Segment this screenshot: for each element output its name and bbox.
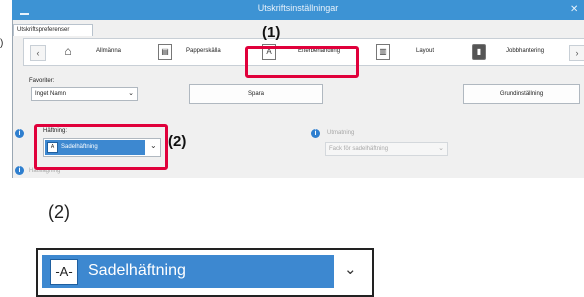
highlight-finishing bbox=[245, 46, 359, 78]
info-icon: i bbox=[15, 166, 24, 175]
output-select[interactable]: Fack för sadelhäftning ⌄ bbox=[325, 142, 448, 156]
zoomed-stapling-value: Sadelhäftning bbox=[88, 262, 186, 279]
chevron-down-icon: ⌄ bbox=[128, 90, 134, 97]
layout-icon: ▥ bbox=[376, 44, 390, 60]
category-layout[interactable]: ▥ Layout bbox=[372, 43, 467, 61]
category-paper-source[interactable]: ▤ Papperskälla bbox=[154, 43, 249, 61]
edge-label: ) bbox=[0, 38, 4, 49]
category-label: Papperskälla bbox=[186, 48, 221, 54]
close-button[interactable]: ✕ bbox=[570, 4, 578, 15]
job-handling-icon: ▮ bbox=[472, 44, 486, 60]
output-label: Utmatning bbox=[327, 130, 355, 136]
prev-category-button[interactable]: ‹ bbox=[30, 45, 46, 61]
defaults-button[interactable]: Grundinställning bbox=[463, 84, 580, 104]
zoom-heading: (2) bbox=[48, 202, 70, 222]
favorites-label: Favoriter: bbox=[29, 78, 55, 84]
window-title-bar: Utskriftsinställningar ✕ bbox=[12, 0, 584, 20]
info-icon: i bbox=[15, 129, 24, 138]
favorites-select[interactable]: Inget Namn ⌄ bbox=[31, 87, 138, 101]
category-general[interactable]: ⌂ Allmänna bbox=[52, 43, 147, 61]
window-title: Utskriftsinställningar bbox=[257, 3, 339, 13]
chevron-down-icon: ⌄ bbox=[438, 145, 444, 152]
saddle-stitch-icon: -A- bbox=[50, 259, 78, 285]
highlight-stapling bbox=[34, 124, 168, 170]
tab-print-preferences[interactable]: Utskriftspreferenser bbox=[13, 24, 93, 36]
callout-1: (1) bbox=[262, 24, 281, 41]
callout-2: (2) bbox=[168, 133, 187, 150]
home-icon: ⌂ bbox=[62, 44, 74, 58]
category-job-handling[interactable]: ▮ Jobbhantering bbox=[468, 43, 568, 61]
category-label: Allmänna bbox=[96, 48, 122, 54]
paper-tray-icon: ▤ bbox=[158, 44, 172, 60]
info-icon: i bbox=[311, 129, 320, 138]
category-label: Jobbhantering bbox=[506, 48, 545, 54]
tab-label: Utskriftspreferenser bbox=[17, 27, 70, 33]
category-label: Layout bbox=[416, 48, 435, 54]
zoomed-stapling-select[interactable]: -A- Sadelhäftning ⌄ bbox=[36, 248, 374, 297]
output-value: Fack för sadelhäftning bbox=[329, 146, 389, 152]
zoomed-selected-option: -A- Sadelhäftning bbox=[42, 255, 334, 288]
favorites-value: Inget Namn bbox=[35, 91, 67, 97]
save-button[interactable]: Spara bbox=[189, 84, 323, 104]
next-category-button[interactable]: › bbox=[569, 45, 584, 61]
chevron-down-icon: ⌄ bbox=[344, 261, 357, 278]
